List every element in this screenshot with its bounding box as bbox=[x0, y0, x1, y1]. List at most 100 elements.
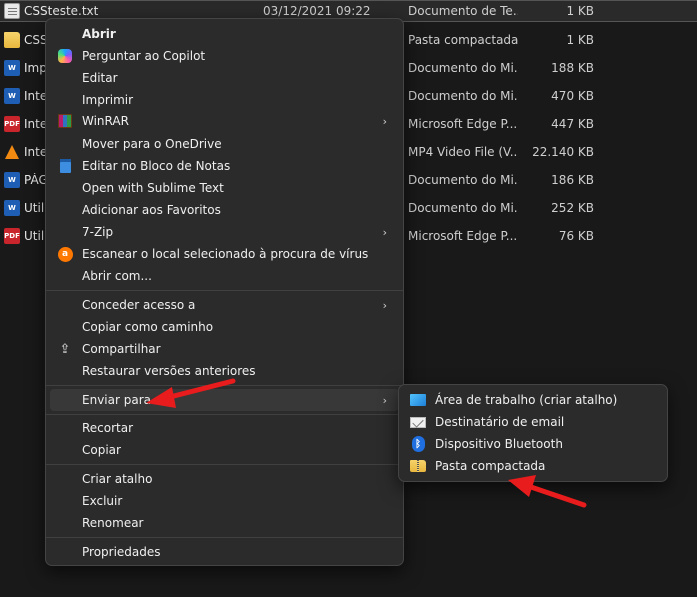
file-size: 186 KB bbox=[551, 173, 594, 187]
menu-item-7zip[interactable]: 7-Zip › bbox=[50, 221, 399, 243]
menu-item-excluir[interactable]: Excluir bbox=[50, 490, 399, 512]
menu-divider bbox=[46, 414, 403, 415]
menu-divider bbox=[46, 537, 403, 538]
menu-item-renomear[interactable]: Renomear bbox=[50, 512, 399, 534]
chevron-right-icon: › bbox=[382, 298, 387, 312]
menu-item-label: Compartilhar bbox=[82, 342, 161, 356]
menu-item-enviar-para[interactable]: Enviar para › bbox=[50, 389, 399, 411]
submenu-item-label: Dispositivo Bluetooth bbox=[435, 437, 563, 451]
chevron-right-icon: › bbox=[382, 393, 387, 407]
file-type: Microsoft Edge P... bbox=[408, 229, 518, 243]
file-name: CSSteste.txt bbox=[24, 4, 99, 18]
menu-item-criar-atalho[interactable]: Criar atalho bbox=[50, 468, 399, 490]
menu-item-onedrive[interactable]: Mover para o OneDrive bbox=[50, 133, 399, 155]
winrar-icon bbox=[57, 113, 73, 129]
zip-folder-icon bbox=[4, 32, 20, 48]
menu-divider bbox=[46, 385, 403, 386]
vlc-icon bbox=[4, 144, 20, 160]
file-size: 188 KB bbox=[551, 61, 594, 75]
menu-item-label: Criar atalho bbox=[82, 472, 153, 486]
desktop-icon bbox=[409, 392, 427, 408]
file-size: 447 KB bbox=[551, 117, 594, 131]
menu-item-label: Conceder acesso a bbox=[82, 298, 196, 312]
file-size: 1 KB bbox=[566, 33, 594, 47]
menu-item-label: Recortar bbox=[82, 421, 134, 435]
word-document-icon: W bbox=[4, 60, 20, 76]
menu-item-label: Mover para o OneDrive bbox=[82, 137, 222, 151]
file-size: 22.140 KB bbox=[532, 145, 594, 159]
avast-icon: a bbox=[57, 246, 73, 262]
file-type: Pasta compactada bbox=[408, 33, 518, 47]
copilot-icon bbox=[57, 48, 73, 64]
menu-item-label: Imprimir bbox=[82, 93, 134, 107]
pdf-icon: PDF bbox=[4, 116, 20, 132]
menu-item-restaurar[interactable]: Restaurar versões anteriores bbox=[50, 360, 399, 382]
menu-item-copiar[interactable]: Copiar bbox=[50, 439, 399, 461]
menu-item-label: Escanear o local selecionado à procura d… bbox=[82, 247, 369, 261]
menu-item-label: Editar bbox=[82, 71, 118, 85]
menu-item-label: Renomear bbox=[82, 516, 144, 530]
menu-item-label: Adicionar aos Favoritos bbox=[82, 203, 221, 217]
notepad-icon bbox=[57, 158, 73, 174]
menu-divider bbox=[46, 464, 403, 465]
menu-item-imprimir[interactable]: Imprimir bbox=[50, 89, 399, 111]
menu-item-avast-scan[interactable]: a Escanear o local selecionado à procura… bbox=[50, 243, 399, 265]
menu-item-label: WinRAR bbox=[82, 114, 129, 128]
menu-item-conceder-acesso[interactable]: Conceder acesso a › bbox=[50, 294, 399, 316]
send-to-submenu: Área de trabalho (criar atalho) Destinat… bbox=[398, 384, 668, 482]
submenu-item-mail[interactable]: Destinatário de email bbox=[403, 411, 663, 433]
menu-item-abrir[interactable]: Abrir bbox=[50, 23, 399, 45]
file-size: 252 KB bbox=[551, 201, 594, 215]
file-type: Microsoft Edge P... bbox=[408, 117, 518, 131]
menu-item-label: Restaurar versões anteriores bbox=[82, 364, 256, 378]
submenu-item-label: Pasta compactada bbox=[435, 459, 546, 473]
file-type: Documento do Mi... bbox=[408, 173, 518, 187]
file-type: Documento do Mi... bbox=[408, 61, 518, 75]
menu-item-label: 7-Zip bbox=[82, 225, 114, 239]
menu-item-recortar[interactable]: Recortar bbox=[50, 417, 399, 439]
chevron-right-icon: › bbox=[382, 225, 387, 239]
menu-item-label: Perguntar ao Copilot bbox=[82, 49, 206, 63]
submenu-item-pasta-compactada[interactable]: Pasta compactada bbox=[403, 455, 663, 477]
submenu-item-label: Área de trabalho (criar atalho) bbox=[435, 393, 618, 407]
file-date: 03/12/2021 09:22 bbox=[263, 4, 371, 18]
menu-item-label: Propriedades bbox=[82, 545, 161, 559]
menu-item-label: Copiar bbox=[82, 443, 121, 457]
menu-item-sublime[interactable]: Open with Sublime Text bbox=[50, 177, 399, 199]
text-file-icon bbox=[4, 3, 20, 19]
file-type: Documento do Mi... bbox=[408, 89, 518, 103]
pdf-icon: PDF bbox=[4, 228, 20, 244]
file-type: MP4 Video File (V... bbox=[408, 145, 518, 159]
menu-item-copiar-caminho[interactable]: Copiar como caminho bbox=[50, 316, 399, 338]
menu-divider bbox=[46, 290, 403, 291]
file-size: 1 KB bbox=[566, 4, 594, 18]
menu-item-notepad[interactable]: Editar no Bloco de Notas bbox=[50, 155, 399, 177]
submenu-item-desktop[interactable]: Área de trabalho (criar atalho) bbox=[403, 389, 663, 411]
menu-item-label: Abrir com... bbox=[82, 269, 152, 283]
submenu-item-bluetooth[interactable]: ᛒ Dispositivo Bluetooth bbox=[403, 433, 663, 455]
menu-item-label: Excluir bbox=[82, 494, 123, 508]
menu-item-editar[interactable]: Editar bbox=[50, 67, 399, 89]
zip-folder-icon bbox=[409, 458, 427, 474]
menu-item-label: Abrir bbox=[82, 27, 116, 41]
menu-item-label: Copiar como caminho bbox=[82, 320, 214, 334]
menu-item-compartilhar[interactable]: ⇪ Compartilhar bbox=[50, 338, 399, 360]
word-document-icon: W bbox=[4, 172, 20, 188]
file-size: 76 KB bbox=[558, 229, 594, 243]
menu-item-abrir-com[interactable]: Abrir com... bbox=[50, 265, 399, 287]
mail-icon bbox=[409, 414, 427, 430]
menu-item-favoritos[interactable]: Adicionar aos Favoritos bbox=[50, 199, 399, 221]
submenu-item-label: Destinatário de email bbox=[435, 415, 565, 429]
bluetooth-icon: ᛒ bbox=[409, 436, 427, 452]
menu-item-label: Enviar para bbox=[82, 393, 151, 407]
menu-item-label: Editar no Bloco de Notas bbox=[82, 159, 231, 173]
file-type: Documento do Mi... bbox=[408, 201, 518, 215]
menu-item-label: Open with Sublime Text bbox=[82, 181, 224, 195]
word-document-icon: W bbox=[4, 88, 20, 104]
menu-item-copilot[interactable]: Perguntar ao Copilot bbox=[50, 45, 399, 67]
file-type: Documento de Te... bbox=[408, 4, 518, 18]
menu-item-propriedades[interactable]: Propriedades bbox=[50, 541, 399, 563]
share-icon: ⇪ bbox=[59, 341, 71, 357]
menu-item-winrar[interactable]: WinRAR › bbox=[50, 110, 399, 132]
context-menu: Abrir Perguntar ao Copilot Editar Imprim… bbox=[45, 18, 404, 566]
